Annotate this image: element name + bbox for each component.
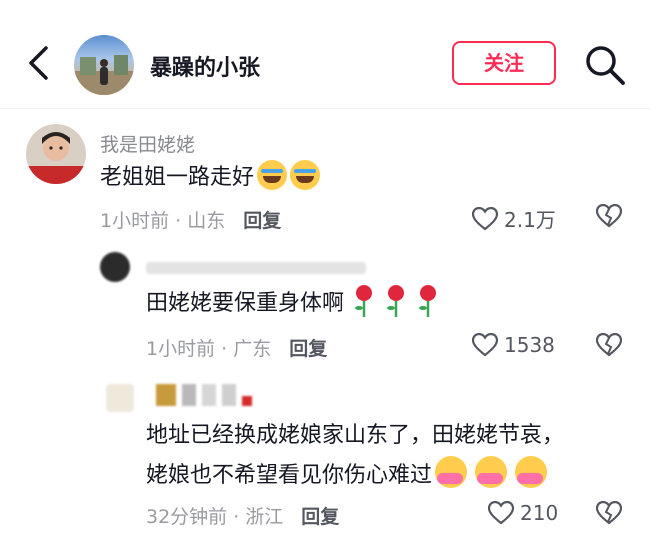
follow-button[interactable]: 关注 <box>452 41 556 85</box>
comment-text-line-2: 姥娘也不希望看见你伤心难过 <box>146 456 564 496</box>
like-count: 2.1万 <box>504 208 556 232</box>
comment-time: 1小时前 · 山东 <box>100 210 226 232</box>
search-icon[interactable] <box>584 44 626 86</box>
comment-text: 地址已经换成姥娘家山东了，田姥姥节哀， 姥娘也不希望看见你伤心难过 <box>146 416 564 496</box>
crying-face-icon <box>290 160 321 190</box>
dislike-icon[interactable] <box>596 204 622 228</box>
like-count: 210 <box>520 501 559 525</box>
hugging-face-icon <box>435 456 468 488</box>
heart-icon <box>488 501 514 525</box>
like-button[interactable]: 2.1万 <box>472 204 556 233</box>
avatar[interactable] <box>26 124 86 184</box>
avatar[interactable] <box>100 252 130 282</box>
heart-icon <box>472 206 498 230</box>
comment-text-line: 地址已经换成姥娘家山东了，田姥姥节哀， <box>146 423 565 448</box>
crying-face-icon <box>257 160 288 190</box>
hugging-face-icon <box>475 456 508 488</box>
chevron-left-icon[interactable] <box>26 44 52 82</box>
reply-button[interactable]: 回复 <box>301 506 339 528</box>
like-button[interactable]: 1538 <box>472 333 555 357</box>
comment-text-body: 田姥姥要保重身体啊 <box>146 291 345 316</box>
rose-icon <box>355 285 373 317</box>
rose-icon <box>419 285 437 317</box>
like-count: 1538 <box>504 333 555 357</box>
dislike-icon[interactable] <box>596 501 622 525</box>
comment-meta: 1小时前 · 山东 回复 <box>100 206 281 233</box>
username[interactable]: 暴躁的小张 <box>150 50 260 82</box>
comment-text: 老姐姐一路走好 <box>100 158 321 198</box>
comment-time: 1小时前 · 广东 <box>146 338 272 360</box>
like-button[interactable]: 210 <box>488 501 558 525</box>
avatar[interactable] <box>74 35 134 95</box>
comment-text-body: 姥娘也不希望看见你伤心难过 <box>146 463 433 488</box>
comment-meta: 32分钟前 · 浙江 回复 <box>146 502 339 529</box>
dislike-icon[interactable] <box>596 333 622 357</box>
avatar[interactable] <box>106 384 134 412</box>
hugging-face-icon <box>515 456 548 488</box>
comment-text-body: 老姐姐一路走好 <box>100 165 255 190</box>
heart-icon <box>472 333 498 357</box>
top-bar: 暴躁的小张 关注 <box>0 0 650 109</box>
redacted-name <box>156 384 252 406</box>
reply-button[interactable]: 回复 <box>243 210 281 232</box>
comment-meta: 1小时前 · 广东 回复 <box>146 334 327 361</box>
comment-time: 32分钟前 · 浙江 <box>146 506 284 528</box>
comment-author[interactable]: 我是田姥姥 <box>100 130 195 157</box>
reply-button[interactable]: 回复 <box>289 338 327 360</box>
rose-icon <box>387 285 405 317</box>
comment-text: 田姥姥要保重身体啊 <box>146 284 440 324</box>
redacted-name <box>146 262 366 274</box>
